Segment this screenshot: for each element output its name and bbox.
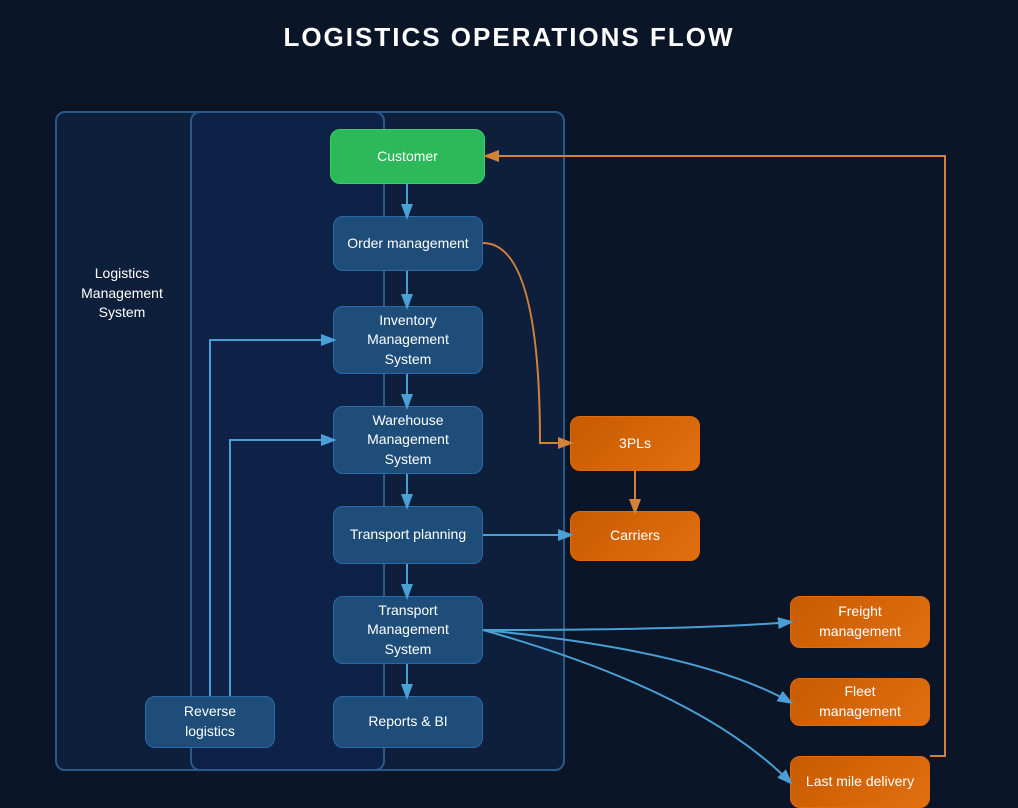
diagram-container: LOGISTICS OPERATIONS FLOW Logistics Mana…: [0, 0, 1018, 806]
reverse-logistics-node: Reverse logistics: [145, 696, 275, 748]
transport-planning-node: Transport planning: [333, 506, 483, 564]
last-mile-delivery-node: Last mile delivery: [790, 756, 930, 808]
three-pls-node: 3PLs: [570, 416, 700, 471]
warehouse-management-node: Warehouse Management System: [333, 406, 483, 474]
page-title: LOGISTICS OPERATIONS FLOW: [0, 0, 1018, 71]
lms-label: Logistics Management System: [62, 256, 182, 331]
carriers-node: Carriers: [570, 511, 700, 561]
customer-node: Customer: [330, 129, 485, 184]
transport-management-node: Transport Management System: [333, 596, 483, 664]
fleet-management-node: Fleet management: [790, 678, 930, 726]
freight-management-node: Freight management: [790, 596, 930, 648]
order-management-node: Order management: [333, 216, 483, 271]
flow-area: Logistics Management System Customer Ord…: [0, 71, 1018, 807]
inventory-management-node: Inventory Management System: [333, 306, 483, 374]
reports-bi-node: Reports & BI: [333, 696, 483, 748]
